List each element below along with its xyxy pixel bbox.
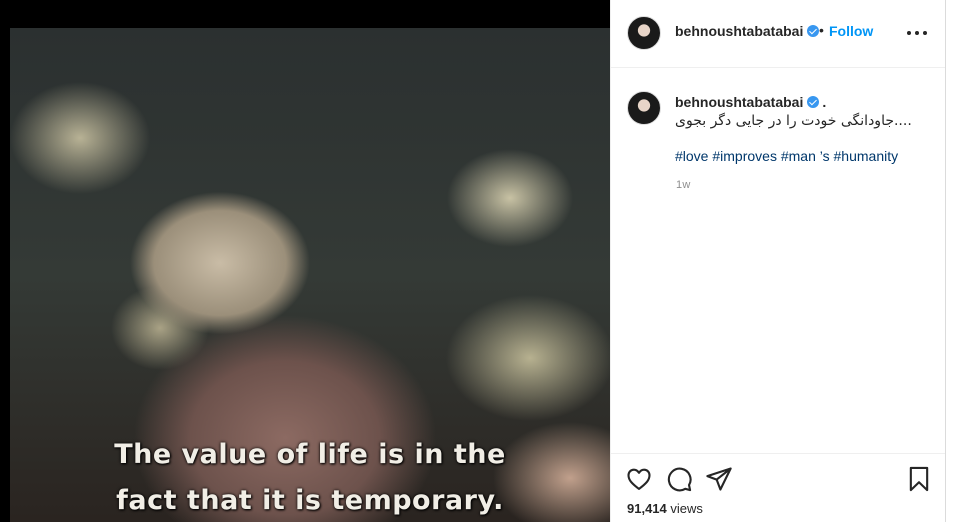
bookmark-icon[interactable] — [905, 465, 933, 493]
caption-username[interactable]: behnoushtabatabai. — [675, 94, 826, 110]
post-actions: 91,414 views — [611, 453, 945, 523]
caption-avatar[interactable] — [627, 91, 661, 125]
caption-trailing-dot: . — [822, 94, 827, 110]
verified-badge-icon — [807, 25, 820, 37]
caption-hashtags: #love #improves #man ’s #humanity — [675, 148, 898, 164]
header-username-text[interactable]: behnoushtabatabai — [675, 23, 803, 39]
post-timestamp[interactable]: 1w — [676, 179, 691, 191]
more-dot — [915, 31, 919, 35]
video-subtitle-line-2: fact that it is temporary. — [116, 485, 504, 516]
more-dot — [923, 31, 927, 35]
caption-text: جاودانگی خودت را در جایی دگر بجوی.... — [675, 113, 912, 129]
views-number: 91,414 — [627, 501, 667, 516]
header-username[interactable]: behnoushtabatabai — [675, 23, 820, 39]
avatar[interactable] — [627, 16, 661, 50]
caption-username-text[interactable]: behnoushtabatabai — [675, 94, 803, 110]
comment-icon[interactable] — [665, 465, 693, 493]
hashtag-improves[interactable]: #improves — [712, 148, 777, 164]
header-separator: • — [819, 22, 824, 38]
hashtag-love[interactable]: #love — [675, 148, 708, 164]
more-dot — [907, 31, 911, 35]
hashtag-humanity[interactable]: #humanity — [834, 148, 899, 164]
post-media[interactable]: The value of life is in the fact that it… — [0, 0, 610, 522]
hashtag-man[interactable]: #man — [781, 148, 816, 164]
video-frame[interactable]: The value of life is in the fact that it… — [10, 28, 610, 522]
share-icon[interactable] — [705, 465, 733, 493]
follow-button[interactable]: Follow — [829, 23, 873, 39]
views-label: views — [670, 501, 703, 516]
views-count[interactable]: 91,414 views — [627, 501, 703, 516]
video-subtitle-line-1: The value of life is in the — [114, 439, 506, 470]
heart-icon[interactable] — [625, 465, 653, 493]
verified-badge-icon — [807, 96, 820, 108]
post-header: behnoushtabatabai • Follow — [611, 0, 945, 68]
post-side-panel: behnoushtabatabai • Follow behnoushtabat… — [610, 0, 946, 522]
more-options-icon[interactable] — [907, 22, 931, 42]
caption-possessive: ’s — [819, 148, 830, 164]
